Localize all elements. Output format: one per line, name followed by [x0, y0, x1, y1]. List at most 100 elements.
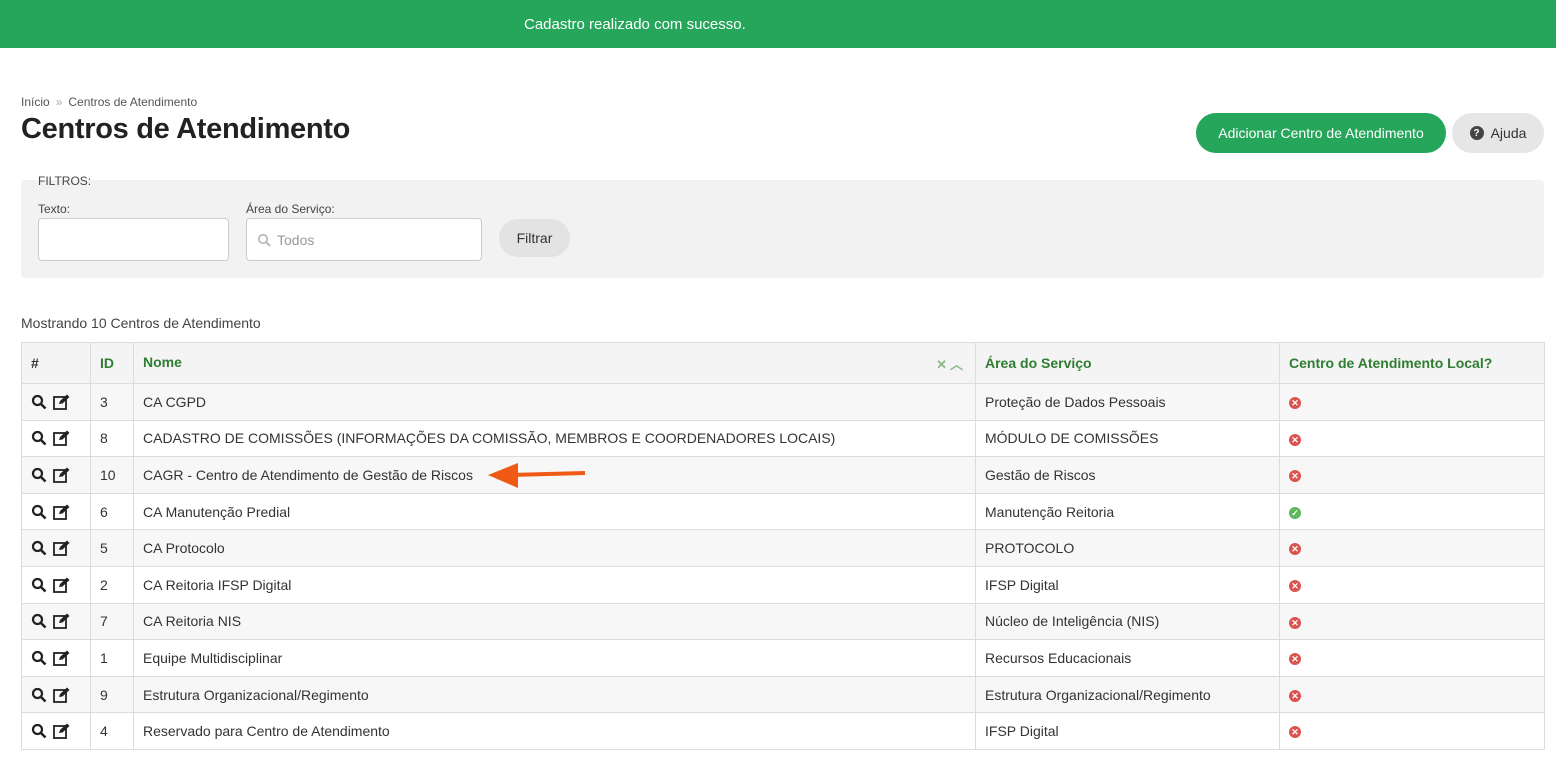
row-actions [21, 419, 91, 458]
cell-area: MÓDULO DE COMISSÕES [975, 419, 1280, 458]
table-row: 6 CA Manutenção Predial Manutenção Reitori… [21, 492, 1545, 531]
cell-id: 2 [90, 565, 134, 604]
row-actions [21, 492, 91, 531]
row-actions [21, 639, 91, 677]
row-actions [21, 529, 91, 567]
x-circle-icon: ✕ [1289, 433, 1301, 446]
row-actions [21, 565, 91, 604]
cell-id: 6 [90, 492, 134, 531]
column-header-actions: # [21, 342, 91, 384]
table-header-row: # ID Nome ✕︿ Área do Serviço Centro de A… [21, 342, 1545, 384]
cell-name: CA Manutenção Predial [133, 492, 976, 531]
cell-area: Núcleo de Inteligência (NIS) [975, 602, 1280, 641]
x-circle-icon: ✕ [1289, 397, 1301, 410]
edit-icon[interactable] [53, 650, 71, 666]
search-icon[interactable] [31, 650, 47, 666]
edit-icon[interactable] [53, 430, 71, 447]
search-icon[interactable] [31, 467, 47, 483]
row-actions [21, 675, 91, 714]
cell-id: 4 [90, 712, 134, 750]
cell-area: Gestão de Riscos [975, 456, 1280, 494]
row-actions [21, 712, 91, 750]
search-icon[interactable] [31, 504, 47, 520]
help-button[interactable]: ? Ajuda [1452, 113, 1544, 153]
cell-area: Recursos Educacionais [975, 639, 1280, 677]
breadcrumb-separator: » [55, 95, 63, 109]
x-circle-icon: ✕ [1289, 470, 1301, 483]
search-icon[interactable] [31, 540, 47, 556]
edit-icon[interactable] [53, 723, 71, 740]
cell-id: 8 [90, 419, 134, 458]
text-filter-input[interactable] [38, 218, 229, 261]
success-banner: Cadastro realizado com sucesso. [0, 0, 1556, 48]
chevron-up-icon[interactable]: ︿ [950, 357, 966, 372]
edit-icon[interactable] [53, 577, 71, 593]
cell-local: ✕ [1279, 602, 1545, 641]
edit-icon[interactable] [53, 613, 71, 630]
search-icon[interactable] [31, 687, 47, 703]
search-icon[interactable] [31, 723, 47, 739]
help-label: Ajuda [1490, 125, 1527, 141]
arrow-left-icon [488, 463, 586, 488]
edit-icon[interactable] [53, 394, 71, 410]
cell-local: ✕ [1279, 456, 1545, 494]
cell-local: ✕ [1279, 529, 1545, 567]
row-actions [21, 383, 91, 421]
search-icon [257, 233, 271, 247]
edit-icon[interactable] [53, 467, 71, 483]
add-service-center-button[interactable]: Adicionar Centro de Atendimento [1196, 113, 1446, 153]
table-row: 9 Estrutura Organizacional/Regimento Estru… [21, 675, 1545, 714]
cell-local: ✕ [1279, 383, 1545, 421]
cell-id: 1 [90, 639, 134, 677]
table-row: 8 CADASTRO DE COMISSÕES (INFORMAÇÕES DA C… [21, 419, 1545, 458]
filters-panel: FILTROS: Texto: Área do Serviço: Todos F… [21, 174, 1544, 278]
cell-local: ✓ [1279, 492, 1545, 531]
service-centers-table: # ID Nome ✕︿ Área do Serviço Centro de A… [21, 342, 1545, 750]
cell-name: CA Reitoria NIS [133, 602, 976, 641]
filters-title: FILTROS: [38, 174, 92, 188]
filter-button[interactable]: Filtrar [499, 219, 570, 257]
cell-local: ✕ [1279, 639, 1545, 677]
column-header-id[interactable]: ID [90, 342, 134, 384]
help-icon: ? [1469, 126, 1484, 140]
cell-name: CADASTRO DE COMISSÕES (INFORMAÇÕES DA CO… [133, 419, 976, 458]
cell-local: ✕ [1279, 675, 1545, 714]
text-filter-label: Texto: [38, 202, 71, 216]
cell-name: CA Reitoria IFSP Digital [133, 565, 976, 604]
cell-area: Estrutura Organizacional/Regimento [975, 675, 1280, 714]
area-filter-placeholder: Todos [277, 231, 315, 248]
column-header-area[interactable]: Área do Serviço [975, 342, 1280, 384]
cell-name: Estrutura Organizacional/Regimento [133, 675, 976, 714]
breadcrumb-current: Centros de Atendimento [68, 95, 198, 109]
search-icon[interactable] [31, 577, 47, 593]
cell-area: IFSP Digital [975, 565, 1280, 604]
breadcrumb-home[interactable]: Início [21, 95, 50, 109]
area-filter-select[interactable]: Todos [246, 218, 482, 261]
cell-name: CA Protocolo [133, 529, 976, 567]
edit-icon[interactable] [53, 540, 71, 557]
table-row: 3 CA CGPD Proteção de Dados Pessoais ✕ [21, 383, 1545, 421]
column-header-name[interactable]: Nome ✕︿ [133, 342, 976, 384]
edit-icon[interactable] [53, 504, 71, 520]
close-icon[interactable]: ✕ [936, 357, 950, 372]
column-header-local[interactable]: Centro de Atendimento Local? [1279, 342, 1545, 384]
search-icon[interactable] [31, 394, 47, 410]
page-title: Centros de Atendimento [21, 113, 351, 145]
x-circle-icon: ✕ [1289, 726, 1301, 739]
x-circle-icon: ✕ [1289, 653, 1301, 666]
edit-icon[interactable] [53, 687, 71, 703]
search-icon[interactable] [31, 430, 47, 446]
cell-name: CA CGPD [133, 383, 976, 421]
table-row: 7 CA Reitoria NIS Núcleo de Inteligência (… [21, 602, 1545, 641]
row-actions [21, 456, 91, 494]
cell-name: Equipe Multidisciplinar [133, 639, 976, 677]
table-row: 2 CA Reitoria IFSP Digital IFSP Digital ✕ [21, 565, 1545, 604]
x-circle-icon: ✕ [1289, 616, 1301, 629]
success-message: Cadastro realizado com sucesso. [524, 15, 746, 33]
cell-id: 5 [90, 529, 134, 567]
table-row: 1 Equipe Multidisciplinar Recursos Educaci… [21, 639, 1545, 677]
search-icon[interactable] [31, 613, 47, 629]
x-circle-icon: ✕ [1289, 580, 1301, 593]
cell-name: Reservado para Centro de Atendimento [133, 712, 976, 750]
cell-id: 10 [90, 456, 134, 494]
